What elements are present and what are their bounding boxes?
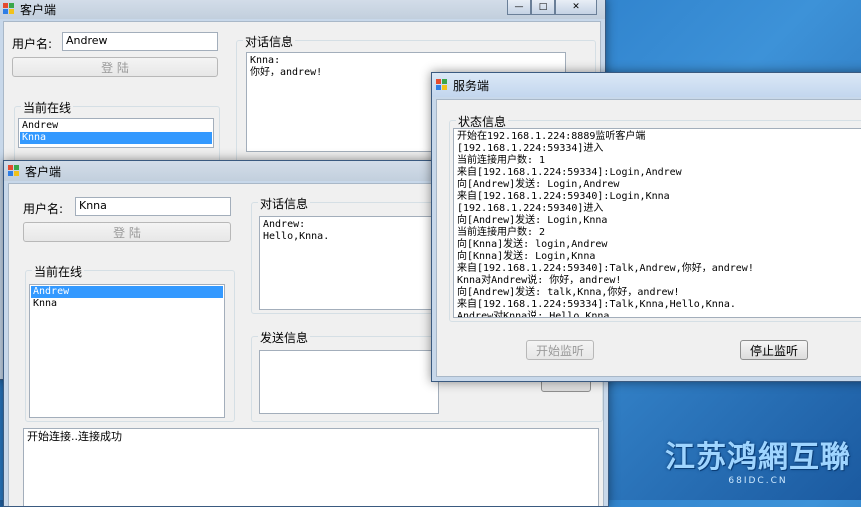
log-line: 来自[192.168.1.224:59340]:Talk,Andrew,你好，a… [457,263,754,274]
username-label: 用户名: [23,202,64,216]
window-controls: — □ ✕ [507,0,597,15]
watermark-text: 江苏鸿網互聯 [665,440,851,475]
watermark: 江苏鸿網互聯 68IDC.CN [665,432,851,486]
log-line: [192.168.1.224:59334]进入 [457,143,604,154]
online-user-item[interactable]: Knna [31,298,223,310]
maximize-icon[interactable]: □ [531,0,555,15]
online-list[interactable]: Andrew Knna [29,284,225,418]
log-line: Knna对Andrew说: 你好，andrew! [457,275,622,286]
online-user-item[interactable]: Andrew [20,120,212,132]
online-group-title: 当前在线 [21,99,74,116]
log-line: 向[Knna]发送: Login,Knna [457,251,596,262]
online-list[interactable]: Andrew Knna [18,118,214,148]
username-input[interactable]: Andrew [62,32,218,51]
server-window: 服务端 状态信息 开始在192.168.1.224:8889监听客户端 [192.… [431,72,861,382]
send-group-title: 发送信息 [258,329,311,346]
window-title: 客户端 [25,164,62,179]
app-icon [436,79,448,91]
chat-group-title: 对话信息 [243,33,296,50]
login-button[interactable]: 登 陆 [23,222,231,242]
login-button[interactable]: 登 陆 [12,57,218,77]
log-line: 来自[192.168.1.224:59340]:Login,Knna [457,191,670,202]
minimize-icon[interactable]: — [507,0,531,15]
log-line: 当前连接用户数: 1 [457,155,546,166]
log-line: 向[Andrew]发送: Login,Andrew [457,179,620,190]
log-line: 来自[192.168.1.224:59334]:Talk,Knna,Hello,… [457,299,736,310]
log-line: 向[Andrew]发送: Login,Knna [457,215,608,226]
online-user-item-selected[interactable]: Andrew [31,286,223,298]
status-line: 开始连接..连接成功 [27,430,122,443]
app-icon [3,3,15,15]
window-title: 服务端 [453,78,490,93]
log-line: [192.168.1.224:59340]进入 [457,203,604,214]
close-icon[interactable]: ✕ [555,0,597,15]
server-log-textbox[interactable]: 开始在192.168.1.224:8889监听客户端 [192.168.1.224… [453,128,861,318]
stop-listen-button[interactable]: 停止监听 [740,340,808,360]
client-area: 状态信息 开始在192.168.1.224:8889监听客户端 [192.168.… [436,99,861,377]
status-textbox[interactable]: 开始连接..连接成功 [23,428,599,506]
username-input[interactable]: Knna [75,197,231,216]
log-line: Andrew对Knna说: Hello,Knna. [457,311,616,318]
chat-textbox[interactable]: Andrew: Hello,Knna. [259,216,439,310]
username-label: 用户名: [12,37,53,51]
online-user-item-selected[interactable]: Knna [20,132,212,144]
log-line: 来自[192.168.1.224:59334]:Login,Andrew [457,167,682,178]
chat-line: Hello,Knna. [263,231,330,242]
log-line: 当前连接用户数: 2 [457,227,546,238]
log-line: 向[Andrew]发送: talk,Knna,你好，andrew! [457,287,680,298]
chat-line: Knna: [250,55,281,66]
log-line: 向[Knna]发送: login,Andrew [457,239,608,250]
app-icon [8,165,20,177]
watermark-url: 68IDC.CN [728,476,788,486]
title-bar[interactable]: 服务端 [432,73,861,97]
window-title: 客户端 [20,2,57,17]
chat-line: Andrew: [263,219,306,230]
start-listen-button[interactable]: 开始监听 [526,340,594,360]
online-group-title: 当前在线 [32,263,85,280]
chat-group-title: 对话信息 [258,195,311,212]
send-textbox[interactable] [259,350,439,414]
log-line: 开始在192.168.1.224:8889监听客户端 [457,131,646,142]
